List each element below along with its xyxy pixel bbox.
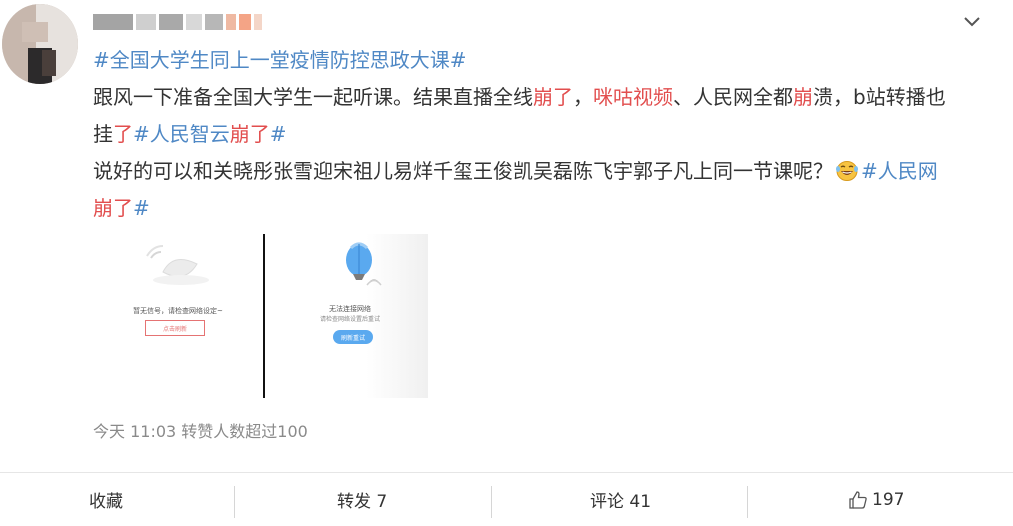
post-line-3: 挂了#人民智云崩了# <box>93 122 287 146</box>
comment-button[interactable]: 评论 41 <box>590 473 651 526</box>
repost-note: 转赞人数超过100 <box>181 422 308 441</box>
repost-button[interactable]: 转发 7 <box>337 473 387 526</box>
favorite-button[interactable]: 收藏 <box>89 473 123 526</box>
refresh-button: 点击刷新 <box>145 320 205 336</box>
action-bar: 收藏 转发 7 评论 41 197 <box>0 473 1013 526</box>
post-line-4: 说好的可以和关晓彤张雪迎宋祖儿易烊千玺王俊凯吴磊陈飞宇郭子凡上同一节课呢？ #人… <box>93 159 938 183</box>
avatar[interactable] <box>2 4 78 84</box>
post-image-no-network[interactable]: 无法连接网络 请检查网络设置后重试 刷新重试 <box>265 234 428 398</box>
post-meta: 今天 11:03 转赞人数超过100 <box>93 418 308 442</box>
action-separator <box>234 486 235 518</box>
hashtag-renmin[interactable]: #人民网 <box>861 159 938 183</box>
post-text: #全国大学生同上一堂疫情防控思政大课# 跟风一下准备全国大学生一起听课。结果直播… <box>93 42 993 227</box>
balloon-wifi-icon <box>346 242 382 286</box>
hashtag-title[interactable]: #全国大学生同上一堂疫情防控思政大课# <box>93 48 467 72</box>
username-blurred[interactable] <box>93 14 262 30</box>
post-line-2: 跟风一下准备全国大学生一起听课。结果直播全线崩了，咪咕视频、人民网全都崩溃，b站… <box>93 85 946 109</box>
laughing-tears-emoji-icon <box>836 161 858 181</box>
post-line-1: #全国大学生同上一堂疫情防控思政大课# <box>93 42 993 79</box>
post-time[interactable]: 今天 11:03 <box>93 422 176 441</box>
post-image-no-signal[interactable]: 暂无信号，请检查网络设定~ 点击刷新 <box>93 234 263 398</box>
action-separator <box>747 486 748 518</box>
chevron-down-icon[interactable] <box>960 10 984 34</box>
hashtag-renmin-zhiyun[interactable]: #人民智云崩了# <box>133 122 287 146</box>
post-line-5: 崩了# <box>93 196 150 220</box>
like-button[interactable]: 197 <box>848 473 904 526</box>
satellite-dish-icon <box>146 245 209 285</box>
no-network-subtext: 请检查网络设置后重试 <box>319 316 380 323</box>
no-network-text: 无法连接网络 <box>329 305 371 313</box>
no-signal-text: 暂无信号，请检查网络设定~ <box>133 307 223 315</box>
retry-button: 刷新重试 <box>333 330 373 344</box>
thumbs-up-icon <box>849 490 867 509</box>
action-separator <box>491 486 492 518</box>
